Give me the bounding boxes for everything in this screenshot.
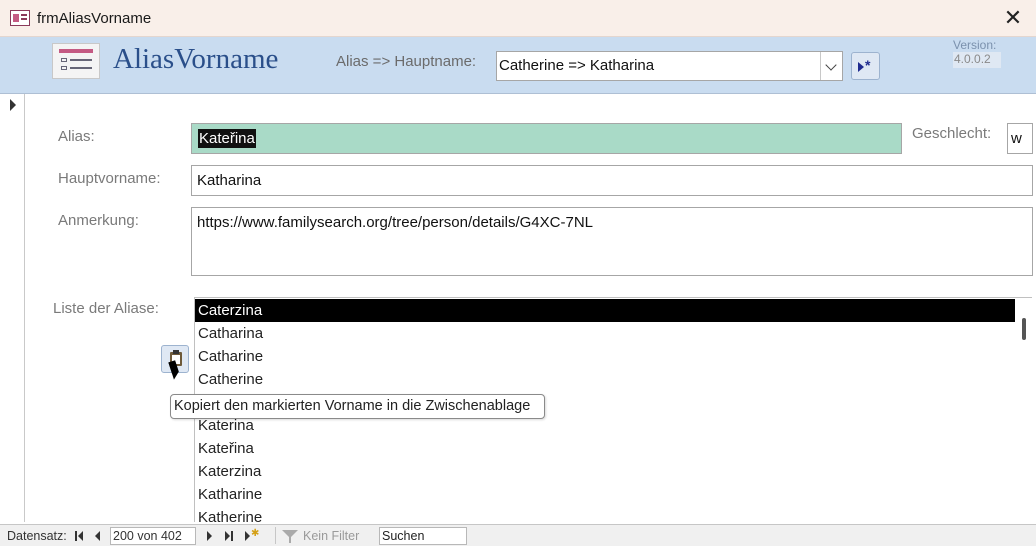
record-label: Datensatz: (7, 529, 67, 543)
search-input[interactable]: Suchen (379, 527, 467, 545)
list-item[interactable]: Catherine (195, 368, 1015, 391)
list-item[interactable]: Caterzina (195, 299, 1015, 322)
list-item[interactable]: Catharine (195, 345, 1015, 368)
list-item[interactable]: Katherine (195, 506, 1015, 522)
new-record-icon (858, 62, 864, 72)
hauptvorname-label: Hauptvorname: (58, 170, 161, 187)
version-label: Version: (953, 38, 997, 52)
hauptvorname-field[interactable]: Katharina (191, 165, 1033, 196)
form-header-icon (52, 43, 100, 79)
anmerkung-field[interactable]: https://www.familysearch.org/tree/person… (191, 207, 1033, 276)
title-bar: frmAliasVorname ✕ (0, 0, 1036, 37)
list-scrollbar-thumb[interactable] (1022, 318, 1026, 340)
geschlecht-field[interactable]: w (1007, 123, 1033, 154)
new-record-nav-button[interactable] (243, 528, 259, 544)
geschlecht-value: w (1011, 130, 1022, 147)
form-title: AliasVorname (113, 43, 279, 75)
filter-icon (280, 527, 300, 545)
form-header: AliasVorname Alias => Hauptname: Catheri… (0, 37, 1036, 94)
hauptvorname-value: Katharina (197, 172, 262, 189)
list-item[interactable]: Katharine (195, 483, 1015, 506)
form-icon (10, 10, 30, 26)
alias-combo-value: Catherine => Katharina (499, 57, 655, 74)
alias-combo-label: Alias => Hauptname: (336, 53, 477, 70)
record-selector[interactable] (0, 94, 25, 522)
alias-combo[interactable]: Catherine => Katharina (496, 51, 843, 81)
alias-value: Kateřina (198, 129, 256, 148)
next-record-button[interactable] (201, 528, 217, 544)
filter-status[interactable]: Kein Filter (303, 529, 359, 543)
list-item[interactable]: Kateřina (195, 437, 1015, 460)
version-value: 4.0.0.2 (953, 52, 1001, 68)
tooltip: Kopiert den markierten Vorname in die Zw… (170, 394, 545, 419)
previous-record-button[interactable] (90, 528, 106, 544)
nav-separator (275, 527, 276, 544)
close-icon[interactable]: ✕ (1000, 6, 1026, 32)
last-record-button[interactable] (221, 528, 237, 544)
list-item[interactable]: Katerzina (195, 460, 1015, 483)
current-record-field[interactable]: 200 von 402 (110, 527, 196, 545)
aliase-list-label: Liste der Aliase: (53, 300, 159, 317)
geschlecht-label: Geschlecht: (912, 125, 992, 142)
anmerkung-value: https://www.familysearch.org/tree/person… (197, 214, 593, 231)
record-navigation-bar: Datensatz: 200 von 402 Kein Filter Suche… (0, 524, 1036, 546)
list-item[interactable]: Catharina (195, 322, 1015, 345)
alias-field[interactable]: Kateřina (191, 123, 902, 154)
first-record-button[interactable] (71, 528, 87, 544)
anmerkung-label: Anmerkung: (58, 212, 139, 229)
alias-label: Alias: (58, 128, 95, 145)
chevron-down-icon[interactable] (820, 52, 842, 80)
window-title: frmAliasVorname (37, 10, 152, 27)
new-record-button[interactable]: * (851, 52, 880, 80)
current-record-icon (10, 99, 16, 111)
